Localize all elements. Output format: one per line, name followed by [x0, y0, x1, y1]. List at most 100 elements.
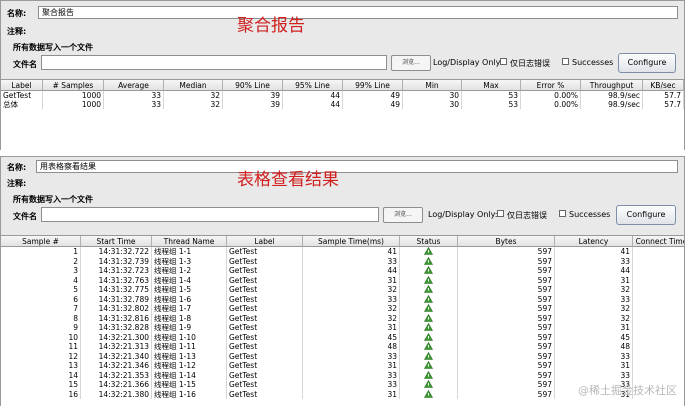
- table-cell: 14:31:32.722: [81, 247, 152, 257]
- table-cell: 14:32:21.300: [81, 332, 152, 342]
- table-row[interactable]: 714:31:32.802线程组 1-7GetTest325973215: [1, 304, 684, 314]
- status-ok-icon: [400, 361, 458, 371]
- configure-button[interactable]: Configure: [616, 205, 676, 225]
- table-cell: GetTest: [227, 256, 303, 266]
- successes-checkbox[interactable]: [559, 210, 566, 217]
- table-cell: 31: [303, 275, 400, 285]
- filename-input[interactable]: [41, 207, 379, 222]
- column-header[interactable]: Status: [400, 236, 458, 247]
- column-header[interactable]: Throughput: [581, 80, 643, 91]
- table-cell: 线程组 1-7: [152, 304, 227, 314]
- errors-checkbox[interactable]: [497, 210, 504, 217]
- table-cell: 597: [458, 304, 555, 314]
- table-cell: 44: [283, 91, 343, 100]
- table-row[interactable]: GetTest 1000 33 32 39 44 49 30 53 0.00% 98.9/sec 57…: [1, 91, 684, 100]
- table-cell: 33: [104, 91, 164, 100]
- table-row[interactable]: 1114:32:21.313线程组 1-11GetTest485974832: [1, 342, 684, 352]
- table-cell: 597: [458, 332, 555, 342]
- table-cell: 线程组 1-10: [152, 332, 227, 342]
- table-row[interactable]: 总体 1000 33 32 39 44 49 30 53 0.00% 98.9/sec 57.7: [1, 100, 684, 109]
- column-header[interactable]: Error %: [521, 80, 581, 91]
- table-row[interactable]: 514:31:32.775线程组 1-5GetTest325973215: [1, 285, 684, 295]
- table-cell: 31: [303, 361, 400, 371]
- table-cell: GetTest: [227, 294, 303, 304]
- table-cell: 15: [633, 361, 684, 371]
- column-header[interactable]: 95% Line: [283, 80, 343, 91]
- table-cell: 48: [303, 342, 400, 352]
- column-header[interactable]: Label: [1, 80, 43, 91]
- table-row[interactable]: 614:31:32.789线程组 1-6GetTest335973316: [1, 294, 684, 304]
- table-cell: 44: [303, 266, 400, 276]
- name-input[interactable]: 聚合报告: [38, 6, 678, 19]
- column-header[interactable]: Min: [403, 80, 462, 91]
- status-ok-icon: [400, 247, 458, 257]
- table-row[interactable]: 114:31:32.722线程组 1-1GetTest415974115: [1, 247, 684, 257]
- status-ok-icon: [400, 351, 458, 361]
- view-results-table-panel: 名称: 用表格察看结果 表格查看结果 注释: 所有数据写入一个文件 文件名 浏览…: [0, 156, 685, 406]
- table-row[interactable]: 1414:32:21.353线程组 1-14GetTest335973315: [1, 370, 684, 380]
- table-cell: 597: [458, 313, 555, 323]
- browse-button[interactable]: 浏览...: [391, 55, 431, 71]
- table-row[interactable]: 214:31:32.739线程组 1-3GetTest335973315: [1, 256, 684, 266]
- column-header[interactable]: Connect Time(ms): [633, 236, 684, 247]
- column-header[interactable]: Sample #: [1, 236, 81, 247]
- column-header[interactable]: Bytes: [458, 236, 555, 247]
- table-cell: GetTest: [227, 342, 303, 352]
- name-input[interactable]: 用表格察看结果: [36, 160, 678, 173]
- table-cell: 16: [1, 389, 81, 399]
- browse-button[interactable]: 浏览...: [383, 207, 423, 223]
- table-cell: 57.7: [643, 100, 684, 109]
- table-cell: 15: [1, 380, 81, 390]
- successes-label: Successes: [569, 210, 611, 219]
- table-cell: 线程组 1-2: [152, 266, 227, 276]
- table-cell: 33: [303, 294, 400, 304]
- successes-checkbox[interactable]: [562, 58, 569, 65]
- column-header[interactable]: Max: [462, 80, 521, 91]
- table-cell: 30: [403, 100, 462, 109]
- table-cell: 线程组 1-3: [152, 256, 227, 266]
- table-cell: 14:32:21.346: [81, 361, 152, 371]
- column-header[interactable]: Start Time: [81, 236, 152, 247]
- status-ok-icon: [400, 313, 458, 323]
- column-header[interactable]: 99% Line: [343, 80, 403, 91]
- table-cell: 597: [458, 266, 555, 276]
- table-row[interactable]: 1014:32:21.300线程组 1-10GetTest455974515: [1, 332, 684, 342]
- table-cell: 14: [1, 370, 81, 380]
- column-header[interactable]: Thread Name: [152, 236, 227, 247]
- filename-input[interactable]: [41, 55, 387, 70]
- table-cell: 15: [633, 276, 684, 286]
- table-cell: 14:32:21.340: [81, 351, 152, 361]
- table-cell: 33: [303, 256, 400, 266]
- table-cell: 10: [1, 332, 81, 342]
- table-cell: 15: [633, 304, 684, 314]
- table-cell: 14:32:21.380: [81, 389, 152, 399]
- comment-label: 注释:: [7, 27, 27, 36]
- column-header[interactable]: Median: [164, 80, 223, 91]
- table-cell: 总体: [1, 100, 43, 109]
- table-row[interactable]: 414:31:32.763线程组 1-4GetTest315973115: [1, 275, 684, 286]
- table-cell: 14:31:32.789: [81, 294, 152, 304]
- column-header[interactable]: Latency: [555, 236, 633, 247]
- column-header[interactable]: KB/sec: [643, 80, 684, 91]
- column-header[interactable]: 90% Line: [223, 80, 283, 91]
- column-header[interactable]: Average: [104, 80, 164, 91]
- table-row[interactable]: 914:31:32.828线程组 1-9GetTest315973115: [1, 323, 684, 333]
- successes-label: Successes: [572, 58, 614, 67]
- table-cell: 31: [303, 323, 400, 333]
- table-row[interactable]: 314:31:32.723线程组 1-2GetTest445974416: [1, 266, 684, 276]
- errors-checkbox[interactable]: [500, 58, 507, 65]
- column-header[interactable]: # Samples: [43, 80, 104, 91]
- table-cell: 31: [555, 361, 633, 371]
- table-row[interactable]: 814:31:32.816线程组 1-8GetTest325973215: [1, 313, 684, 323]
- table-cell: 98.9/sec: [581, 91, 643, 100]
- table-row[interactable]: 1314:32:21.346线程组 1-12GetTest315973115: [1, 361, 684, 371]
- table-cell: GetTest: [227, 266, 303, 276]
- column-header[interactable]: Label: [227, 236, 303, 247]
- table-cell: 597: [458, 294, 555, 304]
- table-row[interactable]: 1214:32:21.340线程组 1-13GetTest335973315: [1, 351, 684, 361]
- status-ok-icon: [400, 285, 458, 295]
- configure-button[interactable]: Configure: [618, 53, 676, 73]
- column-header[interactable]: Sample Time(ms): [303, 236, 400, 247]
- status-ok-icon: [400, 275, 458, 285]
- title-annotation: 表格查看结果: [237, 170, 339, 190]
